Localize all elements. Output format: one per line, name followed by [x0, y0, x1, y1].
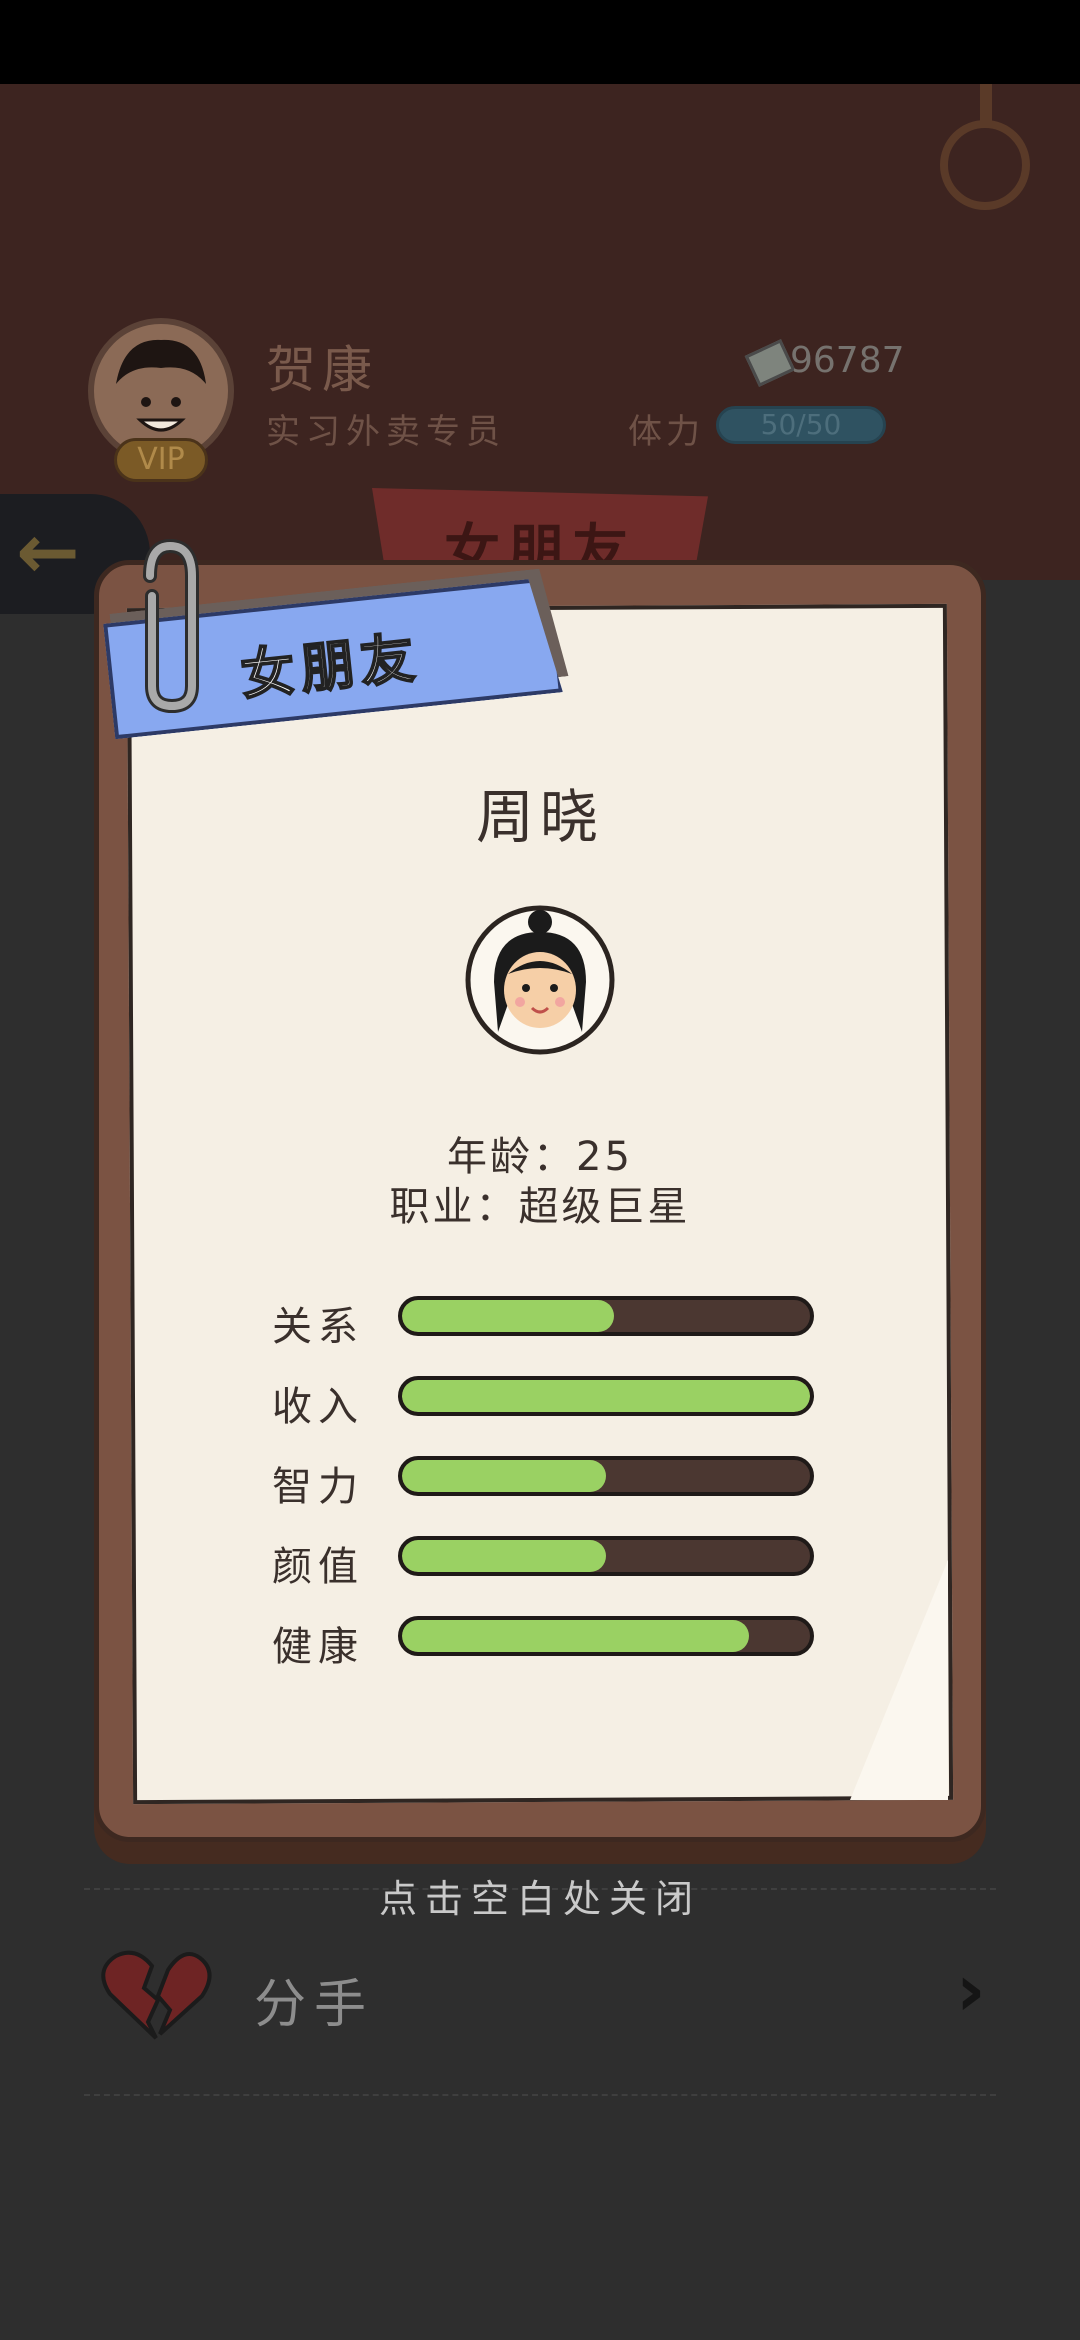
decor-ring — [940, 120, 1030, 210]
stat-label-looks: 颜值 — [272, 1544, 364, 1590]
stat-fill-intelligence — [402, 1460, 606, 1492]
girlfriend-name: 周晓 — [475, 783, 604, 851]
stat-label-health: 健康 — [272, 1624, 364, 1670]
money-value: 96787 — [790, 340, 905, 381]
stat-fill-looks — [402, 1540, 606, 1572]
stamina-bar: 50/50 — [716, 406, 886, 444]
stat-fill-relation — [402, 1300, 615, 1332]
stat-label-income: 收入 — [272, 1384, 364, 1430]
stat-bar-income — [398, 1376, 814, 1416]
girlfriend-job: 职业：超级巨星 — [389, 1184, 691, 1230]
stat-bar-relation — [398, 1296, 814, 1336]
vip-badge: VIP — [114, 438, 208, 482]
stat-label-relation: 关系 — [272, 1304, 364, 1350]
list-divider — [84, 2094, 996, 2096]
stat-bar-looks — [398, 1536, 814, 1576]
broken-heart-icon — [101, 1950, 212, 2040]
stat-bar-intelligence — [398, 1456, 814, 1496]
breakup-label[interactable]: 分手 — [254, 1962, 374, 2037]
chevron-right-icon[interactable]: › — [956, 1954, 986, 2026]
player-name: 贺康 — [266, 341, 378, 399]
back-arrow-icon: ← — [16, 507, 80, 596]
stat-fill-income — [402, 1380, 810, 1412]
stat-fill-health — [402, 1620, 749, 1652]
paperclip-icon — [143, 538, 199, 714]
stat-bar-health — [398, 1616, 814, 1656]
player-title: 实习外卖专员 — [266, 412, 506, 452]
stamina-label: 体力 — [628, 412, 704, 452]
status-bar — [0, 0, 1080, 84]
stat-label-intelligence: 智力 — [272, 1464, 364, 1510]
close-hint[interactable]: 点击空白处关闭 — [0, 1868, 1080, 1923]
girlfriend-avatar — [465, 905, 615, 1055]
